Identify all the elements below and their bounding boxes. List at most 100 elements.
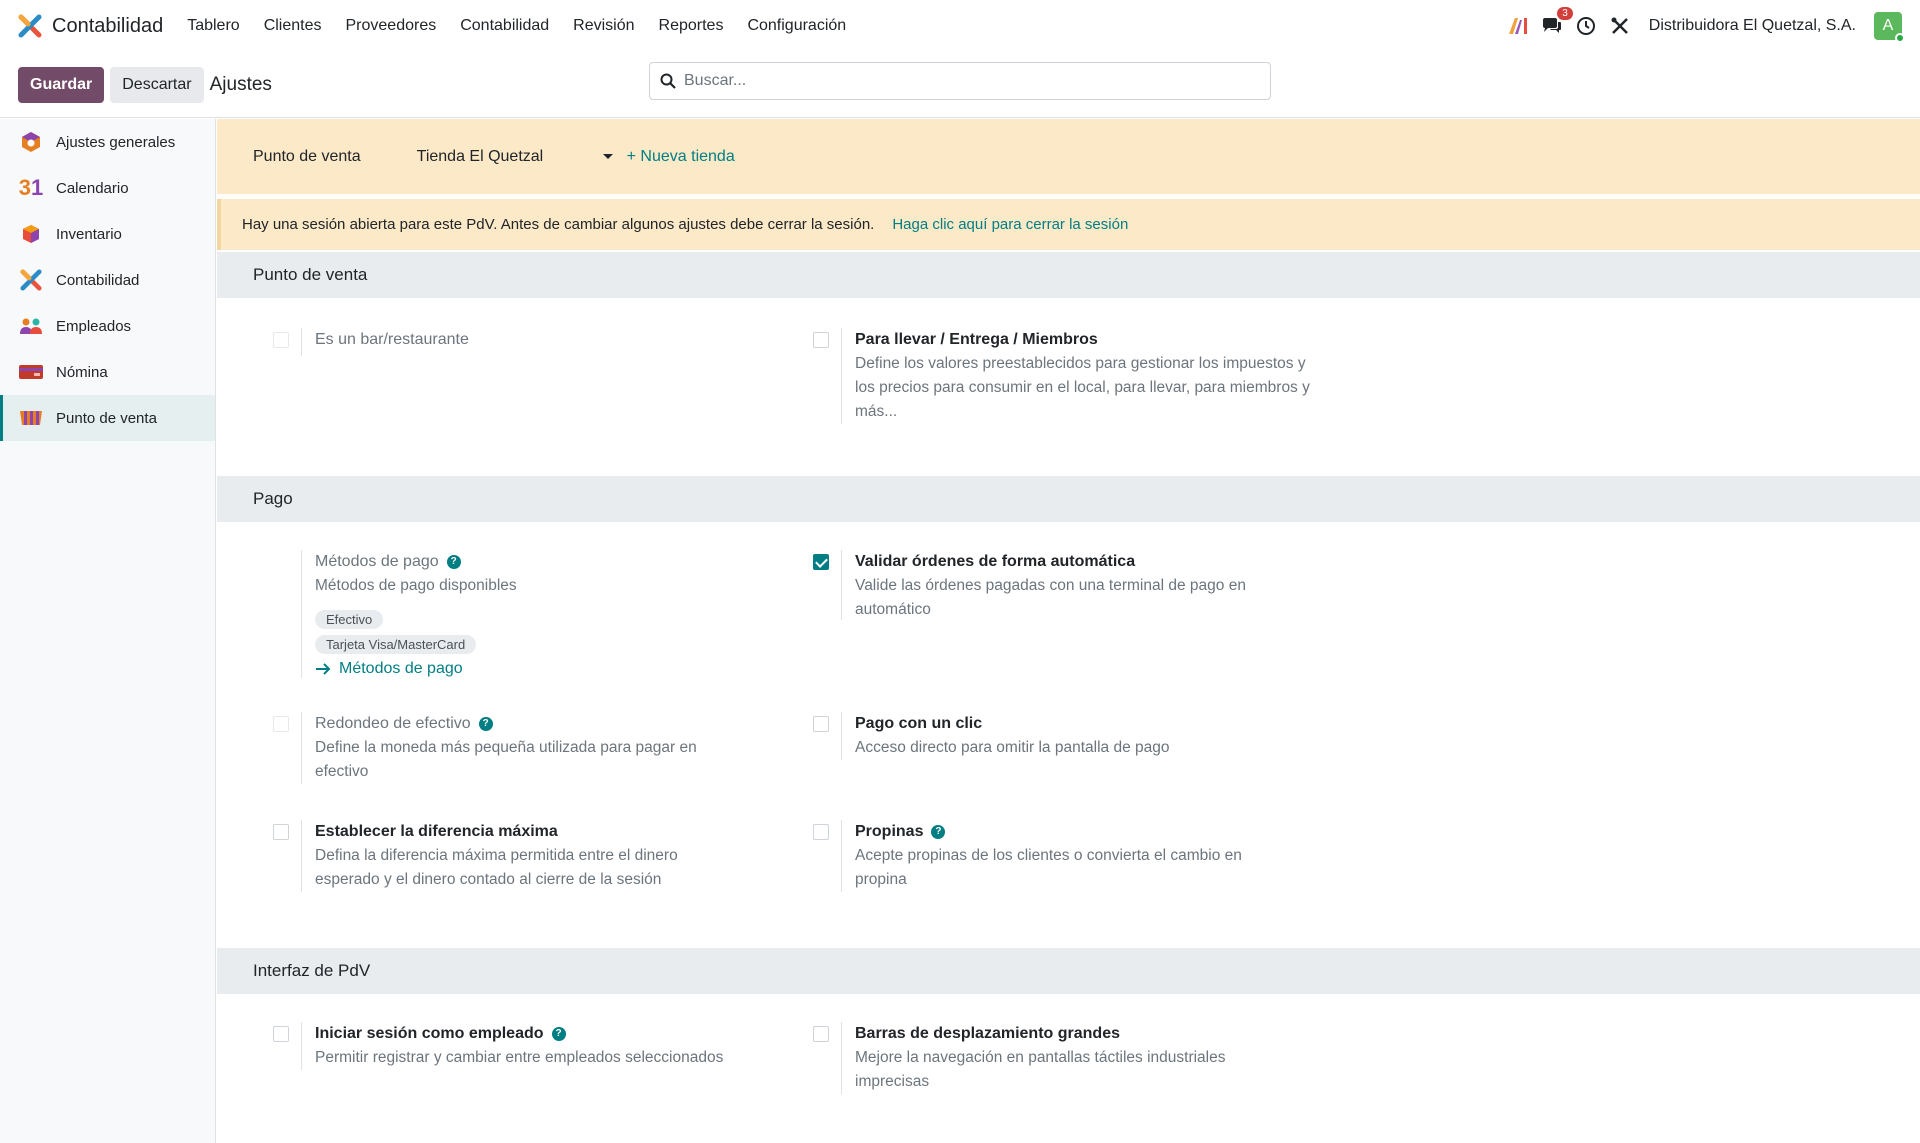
- sidebar-item-accounting[interactable]: Contabilidad: [0, 257, 215, 303]
- app-brand[interactable]: Contabilidad: [18, 14, 163, 38]
- user-avatar[interactable]: A: [1874, 12, 1905, 43]
- tips-checkbox[interactable]: [813, 824, 829, 840]
- setting-description: Métodos de pago disponibles: [315, 577, 517, 594]
- section-body-payment: Métodos de pago ? Métodos de pago dispon…: [217, 522, 1920, 948]
- employees-icon: [18, 313, 44, 339]
- payment-methods-link[interactable]: Métodos de pago: [315, 660, 801, 678]
- sidebar-item-label: Ajustes generales: [56, 133, 176, 151]
- pos-icon: [18, 405, 44, 431]
- sidebar-item-label: Empleados: [56, 317, 132, 335]
- store-selector-bar: Punto de venta Tienda El Quetzal + Nueva…: [217, 119, 1920, 194]
- tips-title: Propinas: [855, 823, 924, 840]
- search-input[interactable]: [684, 72, 1244, 90]
- company-switcher[interactable]: Distribuidora El Quetzal, S.A.: [1649, 17, 1856, 35]
- section-header-payment: Pago: [217, 476, 1920, 522]
- section-header-pos: Punto de venta: [217, 252, 1920, 298]
- control-panel: Guardar Descartar Ajustes: [0, 52, 1920, 118]
- avatar-letter: A: [1882, 17, 1894, 34]
- online-status-dot: [1895, 33, 1905, 43]
- auto-validate-checkbox[interactable]: [813, 554, 829, 570]
- ai-assistant-icon[interactable]: [1507, 15, 1529, 37]
- page-title: Ajustes: [209, 73, 272, 95]
- payment-method-tag: Tarjeta Visa/MasterCard: [315, 635, 477, 654]
- max-difference-checkbox[interactable]: [273, 824, 289, 840]
- section-body-pos: Es un bar/restaurante Para llevar / Entr…: [217, 298, 1920, 476]
- debug-tools-icon[interactable]: [1609, 15, 1631, 37]
- alert-text: Hay una sesión abierta para este PdV. An…: [242, 216, 875, 233]
- takeaway-checkbox[interactable]: [813, 332, 829, 348]
- section-header-interface: Interfaz de PdV: [217, 948, 1920, 994]
- employee-login-checkbox[interactable]: [273, 1026, 289, 1042]
- link-label: Métodos de pago: [339, 660, 463, 677]
- setting-title: Barras de desplazamiento grandes: [855, 1025, 1120, 1042]
- section-title: Punto de venta: [253, 265, 368, 284]
- menu-item-revision[interactable]: Revisión: [573, 17, 634, 35]
- setting-title: Propinas ?: [855, 820, 1341, 844]
- help-icon[interactable]: ?: [931, 825, 946, 839]
- sidebar-item-pos[interactable]: Punto de venta: [0, 395, 215, 441]
- bar-restaurant-checkbox[interactable]: [273, 332, 289, 348]
- open-session-alert: Hay una sesión abierta para este PdV. An…: [217, 199, 1920, 250]
- section-body-interface: Iniciar sesión como empleado ? Permitir …: [217, 994, 1920, 1143]
- large-scrollbars-checkbox[interactable]: [813, 1026, 829, 1042]
- store-dropdown[interactable]: Tienda El Quetzal: [417, 148, 613, 166]
- setting-description: Acceso directo para omitir la pantalla d…: [855, 739, 1170, 756]
- setting-description: Define la moneda más pequeña utilizada p…: [315, 739, 697, 780]
- app-name: Contabilidad: [52, 14, 164, 37]
- sidebar-item-label: Contabilidad: [56, 271, 140, 289]
- payment-method-tag: Efectivo: [315, 610, 384, 629]
- arrow-right-icon: [316, 663, 331, 675]
- menu-item-contabilidad[interactable]: Contabilidad: [460, 17, 549, 35]
- setting-description: Mejore la navegación en pantallas táctil…: [855, 1049, 1226, 1090]
- help-icon[interactable]: ?: [446, 555, 461, 569]
- menu-item-clientes[interactable]: Clientes: [264, 17, 322, 35]
- employee-login-title: Iniciar sesión como empleado: [315, 1025, 544, 1042]
- payroll-icon: [18, 359, 44, 385]
- menu-item-tablero[interactable]: Tablero: [187, 17, 239, 35]
- sidebar-item-employees[interactable]: Empleados: [0, 303, 215, 349]
- section-title: Pago: [253, 489, 293, 508]
- menu-item-configuracion[interactable]: Configuración: [747, 17, 846, 35]
- close-session-link[interactable]: Haga clic aquí para cerrar la sesión: [892, 216, 1128, 233]
- systray: 3 Distribuidora El Quetzal, S.A. A: [1507, 0, 1920, 52]
- discard-button[interactable]: Descartar: [110, 66, 204, 103]
- activity-clock-icon[interactable]: [1575, 15, 1597, 37]
- top-navbar: Contabilidad Tablero Clientes Proveedore…: [0, 0, 1920, 52]
- setting-description: Define los valores preestablecidos para …: [855, 355, 1310, 420]
- main-menu: Tablero Clientes Proveedores Contabilida…: [187, 17, 870, 35]
- sidebar-item-label: Calendario: [56, 179, 129, 197]
- menu-item-reportes[interactable]: Reportes: [659, 17, 724, 35]
- setting-title: Establecer la diferencia máxima: [315, 823, 558, 840]
- setting-title: Para llevar / Entrega / Miembros: [855, 331, 1098, 348]
- messages-count-badge: 3: [1557, 7, 1573, 20]
- sidebar-item-label: Nómina: [56, 363, 108, 381]
- cash-rounding-title: Redondeo de efectivo: [315, 715, 471, 732]
- save-button[interactable]: Guardar: [18, 66, 105, 103]
- inventory-icon: [18, 221, 44, 247]
- sidebar-item-general-settings[interactable]: Ajustes generales: [0, 119, 215, 165]
- setting-description: Permitir registrar y cambiar entre emple…: [315, 1049, 724, 1066]
- setting-description: Acepte propinas de los clientes o convie…: [855, 847, 1242, 888]
- store-label: Punto de venta: [253, 147, 361, 165]
- settings-icon: [18, 129, 44, 155]
- settings-content: Punto de venta Tienda El Quetzal + Nueva…: [217, 119, 1920, 1143]
- settings-sidebar: Ajustes generales 31 Calendario Inventar…: [0, 119, 216, 1143]
- help-icon[interactable]: ?: [551, 1027, 566, 1041]
- search-box[interactable]: [649, 62, 1271, 100]
- cash-rounding-checkbox[interactable]: [273, 716, 289, 732]
- section-title: Interfaz de PdV: [253, 961, 371, 980]
- menu-item-proveedores[interactable]: Proveedores: [346, 17, 437, 35]
- help-icon[interactable]: ?: [478, 717, 493, 731]
- setting-title: Pago con un clic: [855, 715, 983, 732]
- messages-icon[interactable]: 3: [1541, 7, 1573, 37]
- sidebar-item-payroll[interactable]: Nómina: [0, 349, 215, 395]
- setting-title: Es un bar/restaurante: [315, 331, 469, 348]
- one-click-payment-checkbox[interactable]: [813, 716, 829, 732]
- sidebar-item-label: Inventario: [56, 225, 122, 243]
- setting-description: Valide las órdenes pagadas con una termi…: [855, 577, 1246, 618]
- sidebar-item-inventory[interactable]: Inventario: [0, 211, 215, 257]
- sidebar-item-calendar[interactable]: 31 Calendario: [0, 165, 215, 211]
- new-store-link[interactable]: + Nueva tienda: [627, 148, 735, 166]
- accounting-app-icon: [18, 14, 42, 38]
- setting-title: Redondeo de efectivo ?: [315, 712, 801, 736]
